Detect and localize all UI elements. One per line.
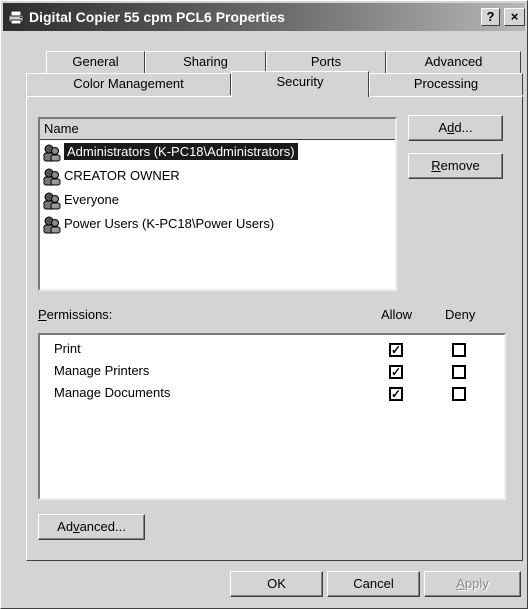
cancel-button[interactable]: Cancel bbox=[327, 571, 420, 597]
remove-button[interactable]: Remove bbox=[408, 153, 503, 179]
tab-color-management[interactable]: Color Management bbox=[26, 73, 231, 95]
add-button[interactable]: Add... bbox=[408, 115, 503, 141]
list-item[interactable]: CREATOR OWNER bbox=[42, 165, 180, 189]
permission-label: Print bbox=[54, 341, 81, 356]
apply-button-label: pply bbox=[464, 576, 489, 591]
list-item[interactable]: Power Users (K-PC18\Power Users) bbox=[42, 213, 274, 237]
tab-sharing[interactable]: Sharing bbox=[145, 51, 266, 73]
manage-printers-allow-checkbox[interactable]: ✓ bbox=[389, 365, 403, 379]
name-column-header[interactable]: Name bbox=[40, 119, 395, 140]
list-item-label: Administrators (K-PC18\Administrators) bbox=[64, 143, 298, 160]
advanced-button-label-rest: anced... bbox=[79, 519, 126, 534]
permission-row: Manage Printers bbox=[54, 360, 149, 382]
permission-row: Print bbox=[54, 338, 81, 360]
tab-security[interactable]: Security bbox=[231, 71, 369, 97]
add-button-label: A bbox=[438, 120, 448, 135]
print-allow-checkbox[interactable]: ✓ bbox=[389, 343, 403, 357]
permissions-list[interactable]: Print ✓ Manage Printers ✓ Manage Documen… bbox=[38, 333, 506, 500]
remove-button-label: emove bbox=[440, 158, 480, 173]
deny-header: Deny bbox=[445, 307, 476, 322]
permission-row: Manage Documents bbox=[54, 382, 170, 404]
help-button[interactable]: ? bbox=[481, 8, 500, 26]
apply-button[interactable]: Apply bbox=[424, 571, 521, 597]
advanced-button-label: Ad bbox=[57, 519, 74, 534]
list-item-label: Power Users (K-PC18\Power Users) bbox=[64, 216, 275, 231]
list-item[interactable]: Administrators (K-PC18\Administrators) bbox=[42, 141, 298, 165]
tab-advanced[interactable]: Advanced bbox=[386, 51, 521, 73]
apply-button-mnemonic: A bbox=[456, 576, 465, 591]
list-item-label: CREATOR OWNER bbox=[64, 168, 180, 183]
user-list[interactable]: Name Administrators (K-PC18\Administrato… bbox=[38, 117, 397, 291]
manage-printers-deny-checkbox[interactable] bbox=[452, 365, 466, 379]
printer-icon bbox=[8, 10, 24, 25]
user-group-icon bbox=[43, 144, 61, 162]
print-deny-checkbox[interactable] bbox=[452, 343, 466, 357]
permissions-label-text: ermissions: bbox=[46, 307, 113, 322]
permission-label: Manage Printers bbox=[54, 363, 150, 378]
manage-documents-allow-checkbox[interactable]: ✓ bbox=[389, 387, 403, 401]
permission-label: Manage Documents bbox=[54, 385, 171, 400]
list-item[interactable]: Everyone bbox=[42, 189, 119, 213]
security-tab-panel: Name Administrators (K-PC18\Administrato… bbox=[26, 96, 523, 561]
close-button[interactable]: × bbox=[504, 8, 525, 26]
window-title: Digital Copier 55 cpm PCL6 Properties bbox=[29, 9, 285, 25]
advanced-button[interactable]: Advanced... bbox=[38, 514, 145, 540]
add-button-label-rest: d... bbox=[454, 120, 473, 135]
remove-button-mnemonic: R bbox=[431, 158, 441, 173]
tab-ports[interactable]: Ports bbox=[266, 51, 386, 73]
permissions-label: Permissions: bbox=[38, 307, 112, 322]
tab-processing[interactable]: Processing bbox=[369, 73, 523, 95]
properties-dialog: Digital Copier 55 cpm PCL6 Properties ? … bbox=[0, 0, 528, 609]
allow-header: Allow bbox=[381, 307, 413, 322]
permissions-mnemonic: P bbox=[38, 307, 47, 322]
user-group-icon bbox=[43, 216, 61, 234]
user-group-icon bbox=[43, 192, 61, 210]
title-bar[interactable]: Digital Copier 55 cpm PCL6 Properties ? … bbox=[3, 3, 525, 31]
list-item-label: Everyone bbox=[64, 192, 119, 207]
ok-button[interactable]: OK bbox=[230, 571, 323, 597]
tab-general[interactable]: General bbox=[46, 51, 145, 73]
manage-documents-deny-checkbox[interactable] bbox=[452, 387, 466, 401]
user-group-icon bbox=[43, 168, 61, 186]
